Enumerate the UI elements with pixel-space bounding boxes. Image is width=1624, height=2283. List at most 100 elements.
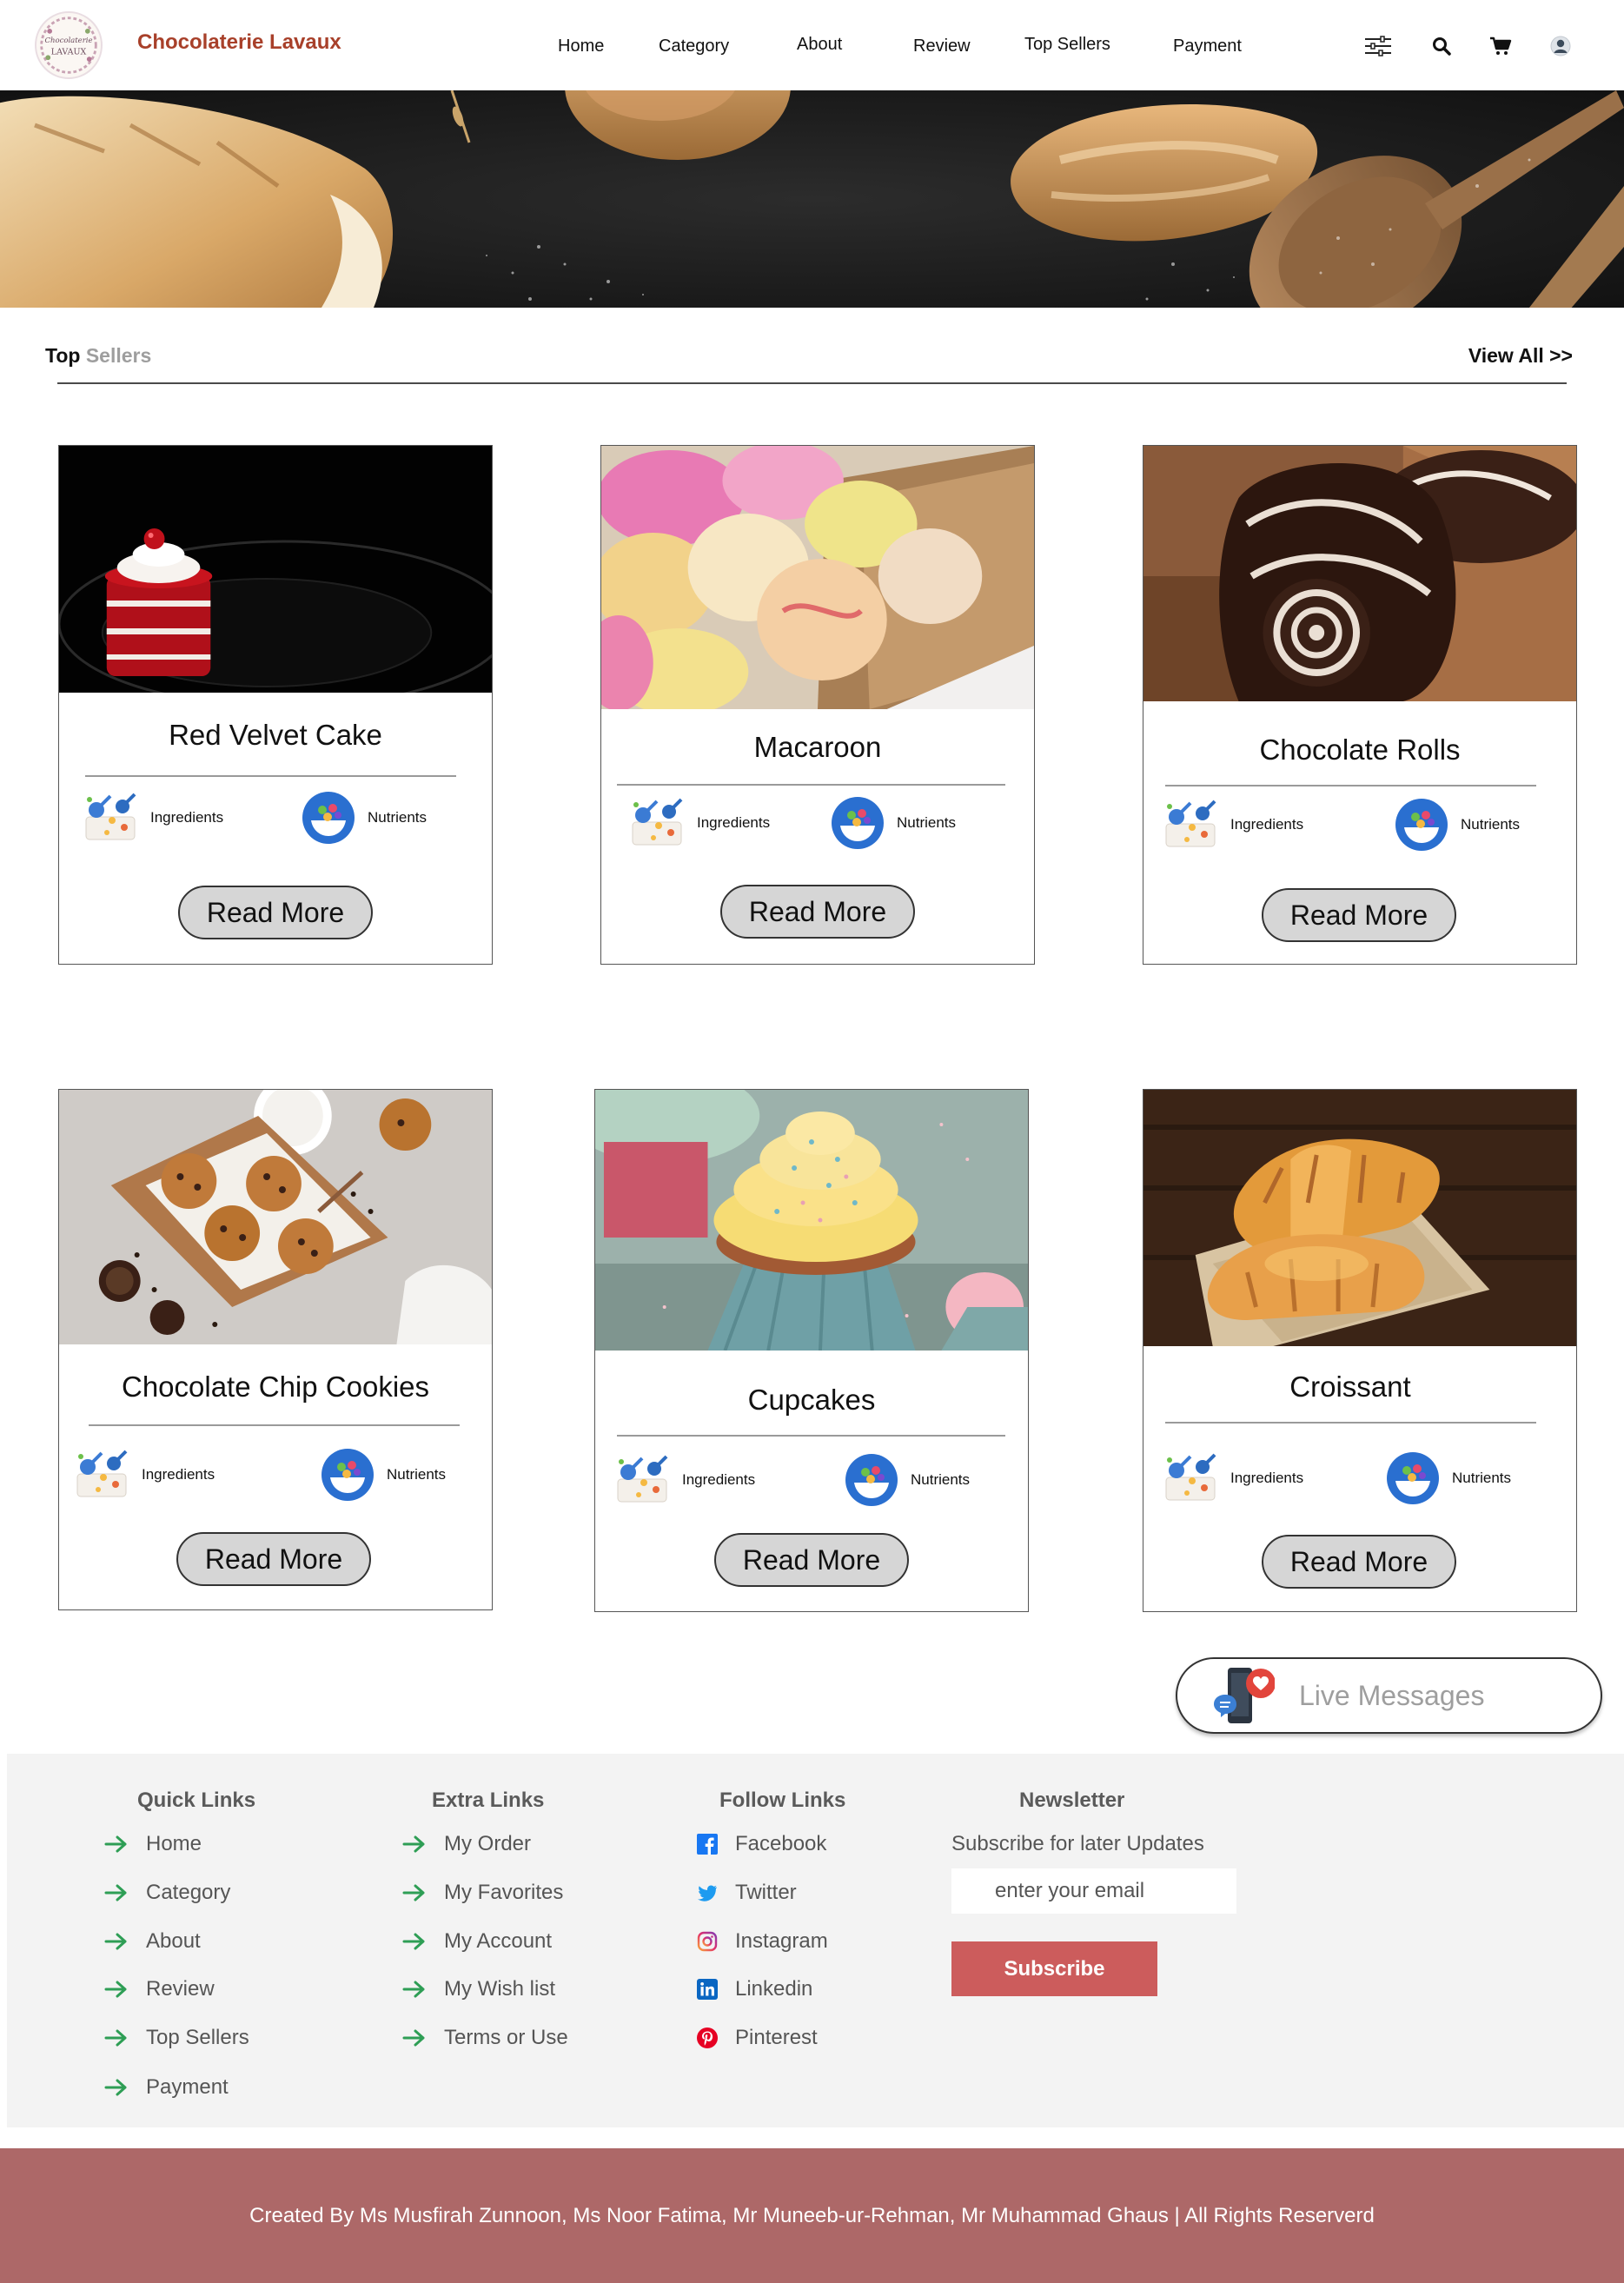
social-link-facebook[interactable]: Facebook — [697, 1832, 826, 1856]
hero-banner-image — [0, 90, 1624, 308]
cupcakes-image — [595, 1090, 1028, 1351]
nutrients-info[interactable]: Nutrients — [827, 796, 956, 850]
read-more-button[interactable]: Read More — [1262, 888, 1456, 942]
product-card: Cupcakes Ingredients Nutrients Read More — [594, 1089, 1029, 1612]
logo-wreath-icon: Chocolaterie LAVAUX — [40, 17, 97, 74]
nutrients-icon — [321, 1449, 374, 1501]
footer-link-review[interactable]: Review — [104, 1977, 215, 2001]
ingredients-info[interactable]: Ingredients — [613, 1453, 755, 1507]
social-link-twitter[interactable]: Twitter — [697, 1881, 797, 1905]
social-link-label: Pinterest — [735, 2026, 818, 2049]
product-card: Macaroon Ingredients Nutrients Read More — [600, 445, 1035, 965]
brand-name[interactable]: Chocolaterie Lavaux — [137, 30, 341, 55]
nav-category[interactable]: Category — [659, 37, 729, 56]
newsletter-heading: Newsletter — [1019, 1789, 1125, 1812]
social-link-label: Facebook — [735, 1832, 827, 1855]
ingredients-info[interactable]: Ingredients — [1161, 798, 1303, 852]
nutrients-icon — [832, 797, 884, 849]
nav-review[interactable]: Review — [913, 37, 971, 56]
credits-bar: Created By Ms Musfirah Zunnoon, Ms Noor … — [0, 2148, 1624, 2283]
read-more-button[interactable]: Read More — [720, 885, 915, 939]
nav-home[interactable]: Home — [558, 37, 604, 56]
footer-link-my-order[interactable]: My Order — [402, 1832, 531, 1856]
nutrients-icon — [1395, 799, 1448, 851]
footer-link-category[interactable]: Category — [104, 1881, 230, 1905]
social-link-label: Linkedin — [735, 1977, 813, 2001]
filter-icon[interactable] — [1363, 31, 1393, 61]
cart-icon[interactable] — [1486, 31, 1515, 61]
nav-about[interactable]: About — [797, 35, 842, 55]
twitter-icon — [698, 1885, 717, 1901]
ingredients-label: Ingredients — [142, 1466, 215, 1483]
search-icon[interactable] — [1427, 31, 1456, 61]
social-link-linkedin[interactable]: Linkedin — [697, 1977, 812, 2001]
subscribe-button[interactable]: Subscribe — [951, 1941, 1157, 1996]
chocolate-chip-cookies-image — [59, 1090, 492, 1344]
linkedin-icon — [697, 1979, 718, 2000]
social-link-label: Instagram — [735, 1929, 828, 1953]
page: Chocolaterie LAVAUX Chocolaterie Lavaux … — [0, 0, 1624, 2283]
card-divider — [89, 1424, 460, 1426]
nutrients-info[interactable]: Nutrients — [1382, 1451, 1511, 1505]
svg-text:Chocolaterie: Chocolaterie — [44, 37, 92, 45]
ingredients-icon — [76, 1450, 128, 1497]
read-more-button[interactable]: Read More — [1262, 1535, 1456, 1589]
nutrients-label: Nutrients — [897, 814, 957, 831]
footer-link-home[interactable]: Home — [104, 1832, 202, 1856]
user-icon[interactable] — [1546, 31, 1575, 61]
nutrients-info[interactable]: Nutrients — [298, 791, 427, 845]
nutrients-info[interactable]: Nutrients — [317, 1448, 446, 1502]
ingredients-info[interactable]: Ingredients — [81, 791, 223, 845]
ingredients-icon — [1165, 1453, 1216, 1501]
ingredients-info[interactable]: Ingredients — [1161, 1451, 1303, 1505]
arrow-right-icon — [104, 1835, 127, 1853]
footer-link-about[interactable]: About — [104, 1929, 201, 1954]
nutrients-icon — [845, 1454, 898, 1506]
read-more-button[interactable]: Read More — [176, 1532, 371, 1586]
live-messages-button[interactable]: Live Messages — [1176, 1657, 1602, 1734]
read-more-button[interactable]: Read More — [178, 886, 373, 939]
footer-link-terms[interactable]: Terms or Use — [402, 2026, 568, 2050]
social-link-instagram[interactable]: Instagram — [697, 1929, 828, 1954]
footer-link-payment[interactable]: Payment — [104, 2075, 229, 2100]
ingredients-label: Ingredients — [150, 809, 224, 826]
card-divider — [1165, 1422, 1536, 1424]
ingredients-icon — [1165, 800, 1216, 847]
ingredients-info[interactable]: Ingredients — [72, 1448, 215, 1502]
quick-links-heading: Quick Links — [137, 1789, 256, 1812]
footer: Quick Links Home Category About Review T… — [7, 1754, 1624, 2127]
brand-logo[interactable]: Chocolaterie LAVAUX — [35, 11, 103, 79]
product-card: Chocolate Rolls Ingredients Nutrients Re… — [1143, 445, 1577, 965]
footer-link-top-sellers[interactable]: Top Sellers — [104, 2026, 249, 2050]
newsletter-email-input[interactable] — [951, 1868, 1236, 1914]
footer-link-label: Review — [146, 1977, 215, 2001]
card-divider — [617, 1435, 1005, 1437]
arrow-right-icon — [104, 2079, 127, 2096]
credits-text: Created By Ms Musfirah Zunnoon, Ms Noor … — [249, 2203, 1375, 2227]
product-name: Macaroon — [753, 731, 882, 763]
social-link-pinterest[interactable]: Pinterest — [697, 2026, 818, 2050]
nav-top-sellers[interactable]: Top Sellers — [1024, 35, 1110, 55]
footer-link-my-favorites[interactable]: My Favorites — [402, 1881, 563, 1905]
live-messages-label: Live Messages — [1299, 1679, 1485, 1711]
footer-link-label: Payment — [146, 2075, 229, 2099]
pinterest-icon — [697, 2027, 718, 2048]
arrow-right-icon — [104, 1884, 127, 1901]
social-link-label: Twitter — [735, 1881, 797, 1904]
ingredients-label: Ingredients — [1230, 1470, 1304, 1486]
arrow-right-icon — [104, 2029, 127, 2047]
nutrients-info[interactable]: Nutrients — [1391, 798, 1520, 852]
chat-phone-icon — [1214, 1668, 1275, 1723]
arrow-right-icon — [104, 1981, 127, 1998]
section-title-top: Top — [45, 344, 81, 367]
footer-link-my-account[interactable]: My Account — [402, 1929, 552, 1954]
nutrients-label: Nutrients — [387, 1466, 447, 1483]
nutrients-info[interactable]: Nutrients — [841, 1453, 970, 1507]
view-all-link[interactable]: View All >> — [1468, 344, 1573, 368]
read-more-button[interactable]: Read More — [714, 1533, 909, 1587]
footer-link-my-wish-list[interactable]: My Wish list — [402, 1977, 555, 2001]
ingredients-icon — [85, 793, 136, 840]
nav-payment[interactable]: Payment — [1173, 37, 1242, 56]
footer-link-label: Terms or Use — [444, 2026, 568, 2049]
ingredients-info[interactable]: Ingredients — [627, 796, 770, 850]
